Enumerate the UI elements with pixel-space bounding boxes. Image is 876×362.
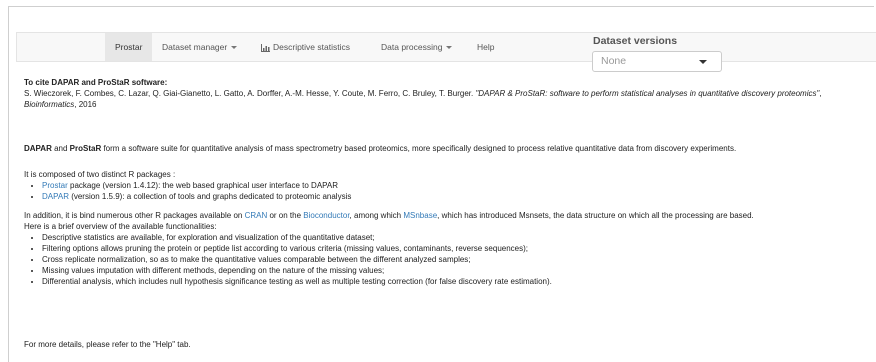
nav-descriptive-statistics-label: Descriptive statistics: [273, 42, 350, 52]
nav-tab-prostar-label: Prostar: [115, 42, 143, 52]
citation-block: To cite DAPAR and ProStaR software: S. W…: [24, 77, 874, 110]
list-item: Differential analysis, which includes nu…: [42, 276, 874, 287]
citation-title: "DAPAR & ProStaR: software to perform st…: [475, 89, 820, 98]
nav-data-processing-menu[interactable]: Data processing: [381, 33, 453, 61]
prostar-link[interactable]: Prostar: [42, 181, 68, 190]
citation-year: , 2016: [74, 100, 97, 109]
addition-part3: , among which: [349, 211, 404, 220]
citation-journal-sep: ,: [819, 89, 822, 98]
citation-authors: S. Wieczorek, F. Combes, C. Lazar, Q. Gi…: [24, 89, 476, 98]
intro-prostar: ProStaR: [69, 144, 102, 153]
packages-block: It is composed of two distinct R package…: [24, 169, 874, 202]
cran-link[interactable]: CRAN: [245, 211, 268, 220]
intro-paragraph: DAPAR and ProStaR form a software suite …: [24, 143, 874, 154]
list-item: Filtering options allows pruning the pro…: [42, 243, 874, 254]
dataset-versions-selected-value: None: [601, 55, 627, 67]
nav-data-processing-label: Data processing: [381, 42, 443, 52]
chevron-down-icon: [446, 46, 453, 50]
dataset-versions-title: Dataset versions: [593, 35, 678, 47]
footer-text: For more details, please refer to the "H…: [24, 340, 191, 349]
list-item: Prostar package (version 1.4.12): the we…: [42, 180, 874, 191]
list-item-text: (version 1.5.9): a collection of tools a…: [68, 192, 352, 201]
nav-help-label: Help: [477, 42, 495, 52]
citation-journal: Bioinformatics: [24, 100, 75, 109]
nav-tab-help[interactable]: Help: [477, 33, 494, 61]
list-item: Missing values imputation with different…: [42, 265, 874, 276]
bioconductor-link[interactable]: Bioconductor: [303, 211, 349, 220]
addition-part4: , which has introduced Msnsets, the data…: [437, 211, 754, 220]
bar-chart-icon: [261, 43, 270, 52]
msnbase-link[interactable]: MSnbase: [403, 211, 437, 220]
nav-dataset-manager-menu[interactable]: Dataset manager: [162, 33, 238, 61]
list-item: Descriptive statistics are available, fo…: [42, 232, 874, 243]
chevron-down-icon: [699, 60, 707, 64]
addition-text: In addition, it is bind numerous other R…: [24, 210, 874, 221]
navbar: Prostar Dataset manager Descriptive stat…: [16, 32, 876, 62]
nav-tab-descriptive-statistics[interactable]: Descriptive statistics: [261, 33, 350, 61]
overview-heading: Here is a brief overview of the availabl…: [24, 222, 217, 231]
intro-text: form a software suite for quantitative a…: [101, 144, 737, 153]
list-item: DAPAR (version 1.5.9): a collection of t…: [42, 191, 874, 202]
footer-note: For more details, please refer to the "H…: [24, 339, 874, 350]
addition-part2: or on the: [267, 211, 304, 220]
intro-and: and: [51, 144, 70, 153]
packages-list: Prostar package (version 1.4.12): the we…: [24, 180, 874, 202]
intro-dapar: DAPAR: [24, 144, 52, 153]
list-item: Cross replicate normalization, so as to …: [42, 254, 874, 265]
citation-heading: To cite DAPAR and ProStaR software:: [24, 78, 168, 87]
addition-part1: In addition, it is bind numerous other R…: [24, 211, 245, 220]
packages-heading: It is composed of two distinct R package…: [24, 170, 176, 179]
dataset-versions-select[interactable]: None: [592, 51, 722, 72]
chevron-down-icon: [231, 46, 238, 50]
functionalities-list: Descriptive statistics are available, fo…: [24, 232, 874, 287]
list-item-text: package (version 1.4.12): the web based …: [67, 181, 339, 190]
nav-tab-prostar[interactable]: Prostar: [105, 33, 153, 61]
dapar-link[interactable]: DAPAR: [42, 192, 69, 201]
citation-text: S. Wieczorek, F. Combes, C. Lazar, Q. Gi…: [24, 88, 874, 110]
addition-block: In addition, it is bind numerous other R…: [24, 210, 874, 287]
nav-dataset-manager-label: Dataset manager: [162, 42, 228, 52]
